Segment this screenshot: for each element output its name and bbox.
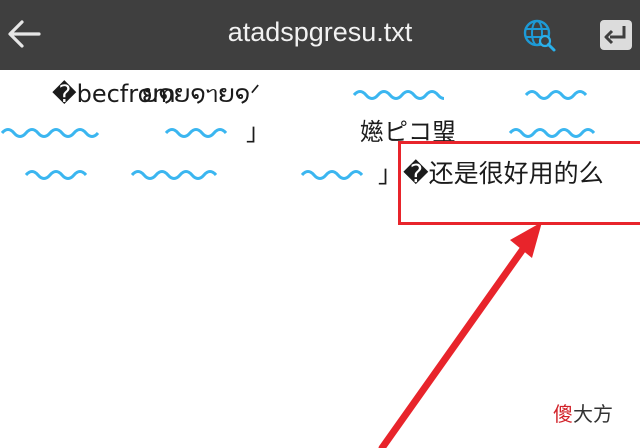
garbled-text: 」 [246, 118, 270, 146]
globe-search-icon [523, 19, 556, 52]
garbled-text: ຍ໑ຍ໑ᥐຍ໑ᐟ [142, 80, 261, 108]
wave-squiggle-icon [352, 90, 444, 100]
red-arrow-icon [378, 222, 542, 448]
watermark-text: 大方 [573, 402, 613, 426]
arrow-left-icon [8, 20, 41, 48]
enter-key-icon [600, 20, 632, 50]
enter-button[interactable] [596, 16, 636, 54]
wave-squiggle-icon [524, 90, 588, 100]
wave-squiggle-icon [24, 170, 88, 180]
wave-squiggle-icon [164, 128, 228, 138]
watermark-accent: 傻 [553, 402, 573, 426]
encoding-button[interactable] [517, 14, 561, 56]
wave-squiggle-icon [130, 170, 218, 180]
wave-squiggle-icon [508, 128, 596, 138]
wave-squiggle-icon [0, 128, 100, 138]
title-bar: atadspgresu.txt [0, 0, 640, 70]
watermark: 傻大方 [553, 398, 613, 427]
wave-squiggle-icon [300, 170, 364, 180]
back-button[interactable] [2, 12, 46, 56]
